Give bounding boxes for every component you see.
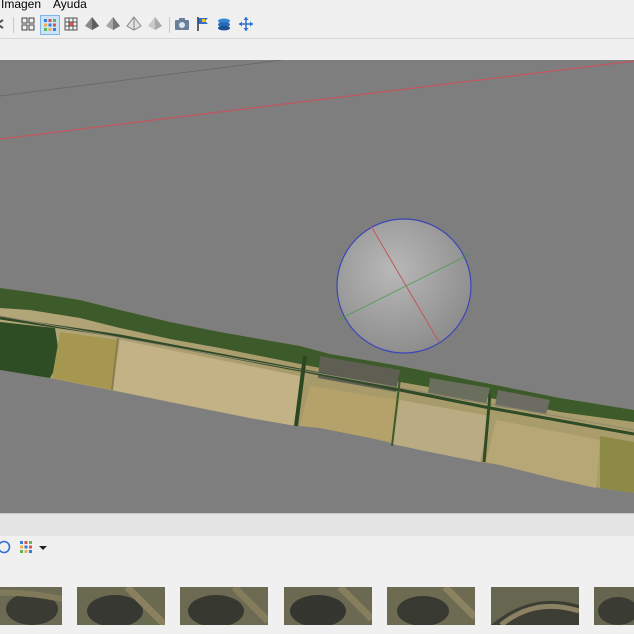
grid-axis-line [0, 60, 283, 97]
pyramid-shaded-button[interactable] [104, 15, 124, 35]
flag-icon [197, 17, 208, 31]
pyramid-solid-button[interactable] [83, 15, 103, 35]
panel-splitter[interactable] [0, 513, 634, 537]
photos-toolbar [0, 536, 634, 560]
move-icon [239, 17, 253, 31]
photo-thumbnail[interactable] [77, 587, 165, 625]
grid-colored-button[interactable] [40, 15, 60, 35]
view-mode-dropdown[interactable] [36, 538, 50, 558]
rotate-button[interactable] [0, 538, 15, 558]
point-cloud-model [0, 288, 634, 493]
pyramid-shaded-icon [106, 17, 120, 30]
thumbnail-grid-button[interactable] [17, 538, 37, 558]
layers-icon [218, 18, 230, 31]
menu-imagen[interactable]: Imagen [1, 0, 41, 11]
move-button[interactable] [237, 15, 257, 35]
rotate-icon [0, 540, 11, 554]
camera-icon [175, 18, 189, 30]
camera-button[interactable] [173, 15, 193, 35]
undo-icon [0, 19, 4, 29]
flag-button[interactable] [194, 15, 214, 35]
3d-viewport[interactable] [0, 60, 634, 513]
photo-thumbnail[interactable] [491, 587, 579, 625]
photo-thumbnail-strip [0, 560, 634, 634]
toolbar-separator [169, 17, 170, 33]
undo-button[interactable] [0, 15, 12, 35]
thumbnail-grid-icon [20, 541, 32, 553]
grid-4-icon [21, 17, 35, 31]
pyramid-wire-button[interactable] [125, 15, 145, 35]
grid-4-button[interactable] [19, 15, 39, 35]
pyramid-light-button[interactable] [146, 15, 166, 35]
menu-bar: Imagen Ayuda [0, 0, 634, 11]
photo-thumbnail[interactable] [0, 587, 62, 625]
photo-thumbnail[interactable] [387, 587, 475, 625]
navigation-trackball[interactable] [336, 218, 472, 354]
photo-thumbnail[interactable] [180, 587, 268, 625]
pyramid-light-icon [148, 17, 162, 30]
scene-canvas[interactable] [0, 60, 634, 513]
x-axis-line [0, 60, 634, 140]
pyramid-solid-icon [85, 17, 99, 30]
toolbar-separator [13, 17, 14, 33]
grid-dense-button[interactable] [62, 15, 82, 35]
grid-dense-icon [64, 17, 78, 31]
main-toolbar [0, 11, 634, 39]
layers-button[interactable] [215, 15, 235, 35]
grid-colored-icon [44, 19, 56, 31]
photo-thumbnail[interactable] [594, 587, 634, 625]
menu-ayuda[interactable]: Ayuda [53, 0, 87, 11]
dropdown-arrow-icon [39, 546, 47, 550]
photo-thumbnail[interactable] [284, 587, 372, 625]
pyramid-wire-icon [126, 16, 142, 31]
